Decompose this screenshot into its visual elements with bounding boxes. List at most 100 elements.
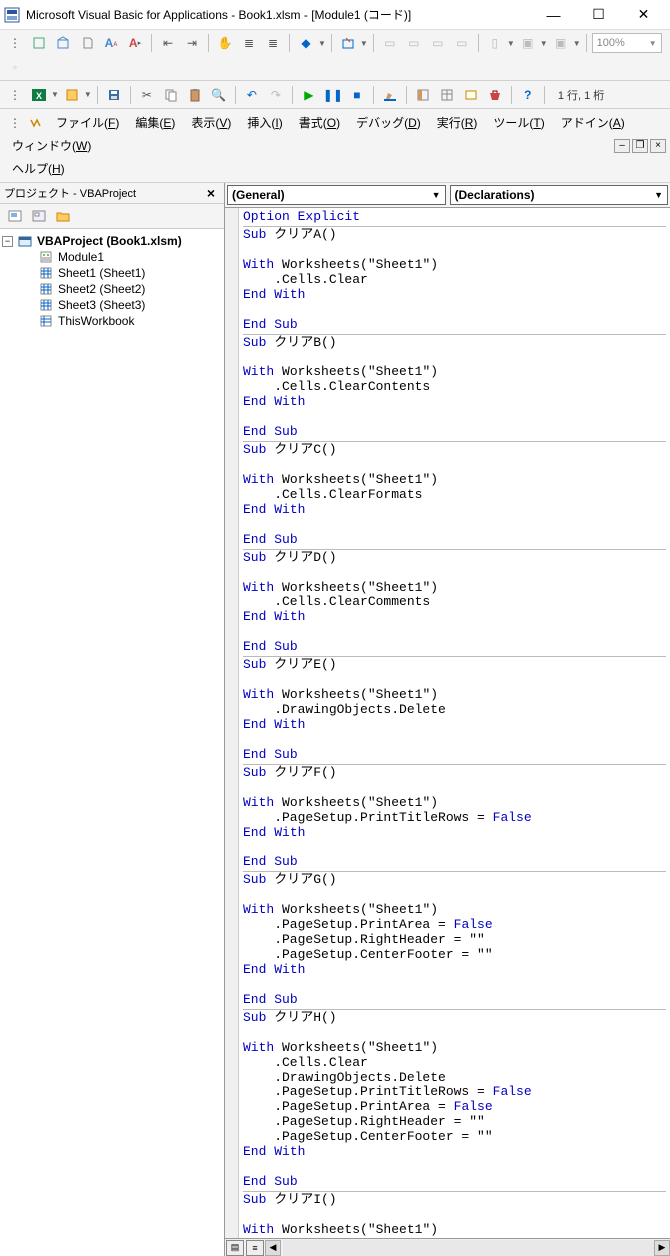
tree-item-label: ThisWorkbook: [58, 314, 134, 328]
toolbar-btn[interactable]: Aᴀ: [100, 32, 122, 54]
panel-close-button[interactable]: ×: [202, 185, 220, 201]
tree-project-root[interactable]: − VBAProject (Book1.xlsm): [2, 233, 222, 249]
menu-icon[interactable]: [26, 112, 48, 134]
tree-item-sheet2[interactable]: Sheet2 (Sheet2): [2, 281, 222, 297]
run-icon[interactable]: ▶: [298, 84, 320, 106]
toolbar-btn[interactable]: [28, 32, 50, 54]
tree-item-sheet1[interactable]: Sheet1 (Sheet1): [2, 265, 222, 281]
titlebar: Microsoft Visual Basic for Applications …: [0, 0, 670, 30]
doc-minimize-button[interactable]: –: [614, 139, 630, 153]
project-panel-header: プロジェクト - VBAProject ×: [0, 183, 224, 204]
stop-icon[interactable]: ■: [346, 84, 368, 106]
toolbar-btn[interactable]: [52, 32, 74, 54]
object-browser-icon[interactable]: [460, 84, 482, 106]
procedure-combo-value: (Declarations): [455, 188, 535, 202]
scroll-left-button[interactable]: ◀: [265, 1240, 281, 1256]
code-editor[interactable]: Option Explicit Sub クリアA() With Workshee…: [225, 208, 670, 1238]
code-text[interactable]: Option Explicit Sub クリアA() With Workshee…: [239, 208, 670, 1238]
menu-window[interactable]: ウィンドウ(W): [4, 134, 99, 157]
menubar: ⋮ ファイル(F) 編集(E) 表示(V) 挿入(I) 書式(O) デバッグ(D…: [0, 109, 670, 183]
bookmark-dropdown[interactable]: ◆▼: [295, 32, 326, 54]
tree-item-module1[interactable]: Module1: [2, 249, 222, 265]
scroll-right-button[interactable]: ▶: [654, 1240, 670, 1256]
toolbar-2: ⋮ X▼ ▼ ✂ 🔍 ↶ ↷ ▶ ❚❚ ■ ? 1 行, 1 桁: [0, 81, 670, 109]
toolbar-btn[interactable]: [76, 32, 98, 54]
menu-run[interactable]: 実行(R): [429, 111, 486, 134]
grip-icon: ⋮: [4, 112, 26, 134]
project-explorer-icon[interactable]: [412, 84, 434, 106]
view-code-icon[interactable]: [4, 206, 26, 226]
grip-icon: ⋮: [4, 32, 26, 54]
view-object-icon[interactable]: [28, 206, 50, 226]
tree-root-label: VBAProject (Book1.xlsm): [37, 234, 182, 248]
toolbar-btn[interactable]: ≣: [262, 32, 284, 54]
object-combo[interactable]: (General) ▼: [227, 185, 446, 205]
design-mode-icon[interactable]: [379, 84, 401, 106]
toolbar-btn[interactable]: ◦: [4, 56, 26, 78]
menu-tools[interactable]: ツール(T): [485, 111, 552, 134]
tree-item-thisworkbook[interactable]: ThisWorkbook: [2, 313, 222, 329]
toolbar-1: ⋮ Aᴀ A▸ ⇤ ⇥ ✋ ≣ ≣ ◆▼ ▼ ▭ ▭ ▭ ▭ ▯▼ ▣▼ ▣▼ …: [0, 30, 670, 81]
toolbar-dropdown[interactable]: ▣▼: [517, 32, 548, 54]
hand-icon[interactable]: ✋: [214, 32, 236, 54]
module-icon: [38, 250, 54, 264]
menu-addins[interactable]: アドイン(A): [553, 111, 633, 134]
help-icon[interactable]: ?: [517, 84, 539, 106]
chevron-down-icon: ▼: [654, 190, 663, 200]
toolbar-dropdown[interactable]: ▯▼: [484, 32, 515, 54]
indent-left-icon[interactable]: ⇤: [157, 32, 179, 54]
save-icon[interactable]: [103, 84, 125, 106]
procedure-view-button[interactable]: ▤: [226, 1240, 244, 1256]
maximize-button[interactable]: ☐: [576, 1, 621, 29]
toolbar-btn[interactable]: ▭: [451, 32, 473, 54]
toolbar-btn[interactable]: ▭: [379, 32, 401, 54]
tree-item-label: Sheet1 (Sheet1): [58, 266, 145, 280]
find-icon[interactable]: 🔍: [208, 84, 230, 106]
paste-icon[interactable]: [184, 84, 206, 106]
pause-icon[interactable]: ❚❚: [322, 84, 344, 106]
toolbox-icon[interactable]: [484, 84, 506, 106]
toolbar-btn[interactable]: A▸: [124, 32, 146, 54]
horizontal-scrollbar[interactable]: [283, 1240, 654, 1256]
toolbar-btn[interactable]: ▭: [403, 32, 425, 54]
project-tree: − VBAProject (Book1.xlsm) Module1 Sheet1…: [0, 229, 224, 333]
code-window: (General) ▼ (Declarations) ▼ Option Expl…: [225, 183, 670, 1256]
full-module-view-button[interactable]: ≡: [246, 1240, 264, 1256]
project-explorer: プロジェクト - VBAProject × − VBAProject (Book…: [0, 183, 225, 1256]
minimize-button[interactable]: —: [531, 1, 576, 29]
menu-debug[interactable]: デバッグ(D): [348, 111, 429, 134]
procedure-combo[interactable]: (Declarations) ▼: [450, 185, 669, 205]
copy-icon[interactable]: [160, 84, 182, 106]
doc-close-button[interactable]: ×: [650, 139, 666, 153]
toggle-folders-icon[interactable]: [52, 206, 74, 226]
indent-right-icon[interactable]: ⇥: [181, 32, 203, 54]
app-icon: [4, 7, 20, 23]
toolbar-dropdown[interactable]: ▣▼: [550, 32, 581, 54]
cut-icon[interactable]: ✂: [136, 84, 158, 106]
tree-collapse-icon[interactable]: −: [2, 236, 13, 247]
sheet-icon: [38, 282, 54, 296]
insert-dropdown[interactable]: ▼: [61, 84, 92, 106]
project-icon: [17, 234, 33, 248]
menu-format[interactable]: 書式(O): [291, 111, 348, 134]
main-area: プロジェクト - VBAProject × − VBAProject (Book…: [0, 183, 670, 1256]
menu-file[interactable]: ファイル(F): [48, 111, 127, 134]
menu-insert[interactable]: 挿入(I): [239, 111, 290, 134]
sheet-icon: [38, 298, 54, 312]
zoom-combo[interactable]: 100%▼: [592, 33, 662, 53]
toolbar-btn[interactable]: ≣: [238, 32, 260, 54]
tree-item-sheet3[interactable]: Sheet3 (Sheet3): [2, 297, 222, 313]
tree-item-label: Sheet3 (Sheet3): [58, 298, 145, 312]
tree-item-label: Sheet2 (Sheet2): [58, 282, 145, 296]
undo-icon[interactable]: ↶: [241, 84, 263, 106]
excel-dropdown[interactable]: X▼: [28, 84, 59, 106]
menu-view[interactable]: 表示(V): [183, 111, 239, 134]
toolbar-dropdown[interactable]: ▼: [337, 32, 368, 54]
properties-icon[interactable]: [436, 84, 458, 106]
menu-help[interactable]: ヘルプ(H): [4, 157, 73, 180]
redo-icon[interactable]: ↷: [265, 84, 287, 106]
doc-restore-button[interactable]: ❐: [632, 139, 648, 153]
menu-edit[interactable]: 編集(E): [127, 111, 183, 134]
close-button[interactable]: ✕: [621, 1, 666, 29]
toolbar-btn[interactable]: ▭: [427, 32, 449, 54]
